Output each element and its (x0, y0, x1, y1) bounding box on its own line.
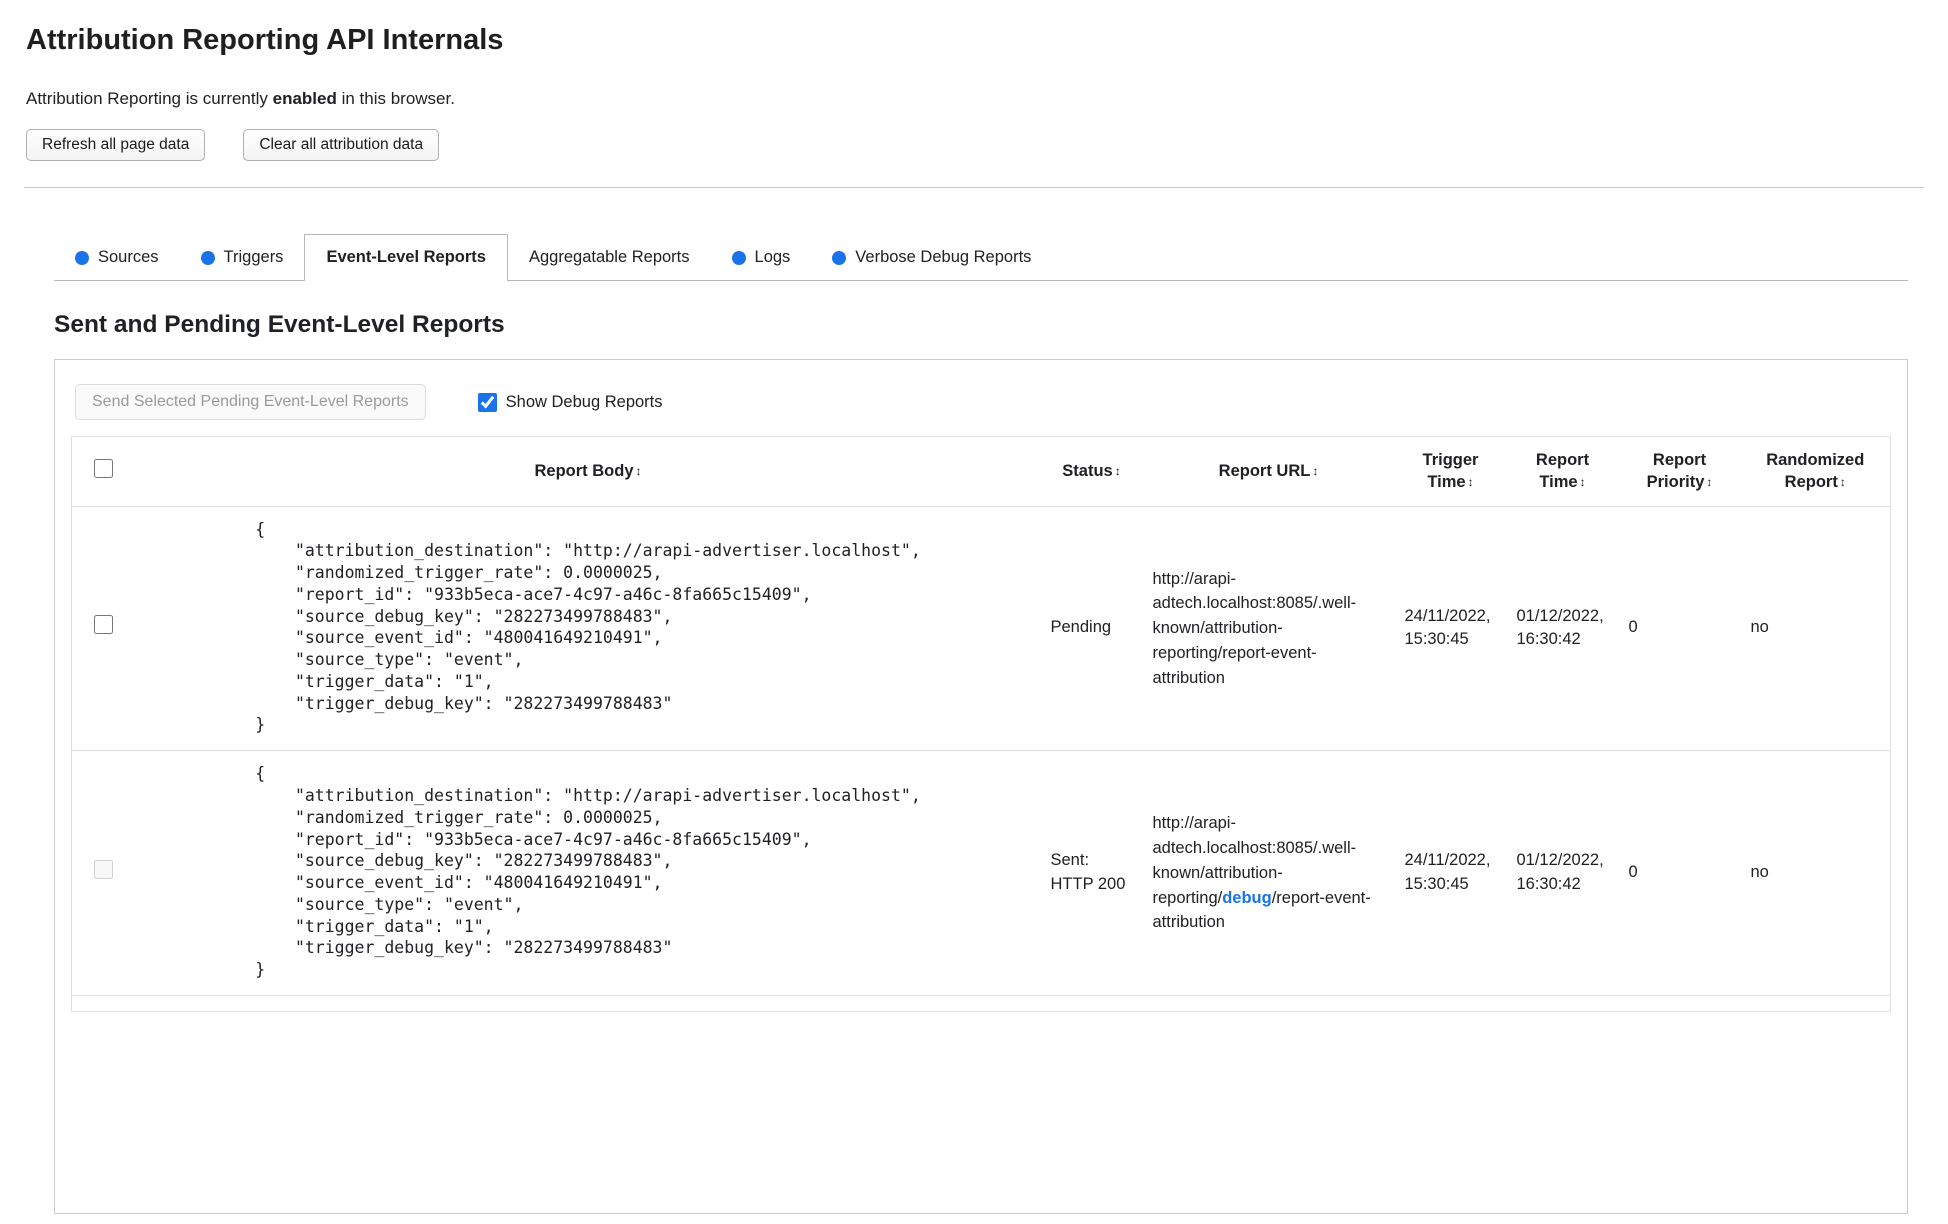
report-body-cell: { "attribution_destination": "http://ara… (136, 506, 1041, 751)
sort-icon: ↕ (635, 464, 642, 479)
tab-dot-icon (75, 250, 89, 265)
header-status[interactable]: Status ↕ (1041, 437, 1143, 507)
tab-verbose-debug-reports[interactable]: Verbose Debug Reports (811, 235, 1052, 280)
sort-icon: ↕ (1467, 475, 1474, 490)
tab-label: Triggers (223, 248, 284, 266)
send-selected-button[interactable]: Send Selected Pending Event-Level Report… (75, 384, 426, 420)
header-trigger-time[interactable]: Trigger Time ↕ (1395, 437, 1507, 507)
report-body-json: { "attribution_destination": "http://ara… (255, 764, 921, 980)
report-controls: Send Selected Pending Event-Level Report… (75, 384, 1891, 420)
panel-empty-space (71, 1012, 1891, 1197)
select-all-header (72, 437, 136, 507)
show-debug-control[interactable]: Show Debug Reports (477, 392, 663, 412)
trigger-time-cell: 24/11/2022, 15:30:45 (1404, 606, 1491, 649)
report-time-cell: 01/12/2022, 16:30:42 (1516, 606, 1604, 649)
status-suffix: in this browser. (336, 89, 455, 108)
sort-icon: ↕ (1114, 464, 1121, 479)
tab-dot-icon (200, 250, 215, 265)
tab-label: Verbose Debug Reports (855, 248, 1032, 266)
page-title: Attribution Reporting API Internals (26, 24, 504, 56)
header-report-time[interactable]: Report Time ↕ (1507, 437, 1619, 507)
tab-aggregatable-reports[interactable]: Aggregatable Reports (508, 235, 711, 280)
report-url: http://arapi-adtech.localhost:8085/.well… (1152, 569, 1357, 687)
table-header-row: Report Body ↕ Status ↕ Report URL ↕ Trigger… (71, 437, 1891, 507)
tab-dot-icon (832, 250, 847, 265)
row-checkbox[interactable] (94, 614, 114, 634)
content-area: Sources Triggers Event-Level Reports Agg… (54, 234, 1908, 1215)
section-heading: Sent and Pending Event-Level Reports (54, 311, 505, 338)
status-cell: Sent: HTTP 200 (1050, 851, 1126, 894)
row-checkbox[interactable] (94, 859, 114, 879)
attribution-internals-page: Attribution Reporting API Internals Attr… (0, 0, 1948, 1224)
clear-all-button[interactable]: Clear all attribution data (243, 129, 440, 161)
tab-label: Event-Level Reports (326, 248, 486, 266)
row-checkbox-cell (72, 506, 136, 751)
report-priority-cell: 0 (1628, 863, 1638, 882)
report-url-cell: http://arapi-adtech.localhost:8085/.well… (1143, 506, 1395, 751)
sort-icon: ↕ (1706, 475, 1713, 490)
status-prefix: Attribution Reporting is currently (26, 89, 273, 108)
tab-sources[interactable]: Sources (54, 235, 180, 280)
sort-icon: ↕ (1839, 475, 1846, 490)
debug-highlight: debug (1222, 888, 1272, 907)
sort-icon: ↕ (1312, 464, 1319, 479)
tab-triggers[interactable]: Triggers (180, 235, 305, 280)
header-report-body[interactable]: Report Body ↕ (136, 437, 1041, 507)
reports-table: Report Body ↕ Status ↕ Report URL ↕ Trigger… (71, 436, 1891, 1013)
table-footer-row (71, 996, 1891, 1012)
select-all-checkbox[interactable] (94, 458, 114, 478)
show-debug-label: Show Debug Reports (505, 392, 663, 411)
header-report-priority[interactable]: Report Priority ↕ (1619, 437, 1741, 507)
table-row: { "attribution_destination": "http://ara… (71, 506, 1891, 751)
randomized-report-cell: no (1750, 863, 1769, 882)
report-url-cell: http://arapi-adtech.localhost:8085/.well… (1143, 751, 1395, 996)
table-row: { "attribution_destination": "http://ara… (71, 751, 1891, 996)
status-line: Attribution Reporting is currently enabl… (26, 89, 1924, 109)
toolbar: Refresh all page data Clear all attribut… (26, 129, 1924, 161)
trigger-time-cell: 24/11/2022, 15:30:45 (1404, 851, 1491, 894)
tab-label: Aggregatable Reports (528, 248, 690, 266)
sort-icon: ↕ (1579, 475, 1586, 490)
header-report-url[interactable]: Report URL ↕ (1143, 437, 1395, 507)
refresh-all-button[interactable]: Refresh all page data (26, 129, 206, 161)
status-cell: Pending (1050, 618, 1112, 637)
tab-dot-icon (731, 250, 746, 265)
tab-logs[interactable]: Logs (711, 235, 812, 280)
report-body-json: { "attribution_destination": "http://ara… (255, 519, 921, 735)
report-priority-cell: 0 (1628, 618, 1638, 637)
tab-bar: Sources Triggers Event-Level Reports Agg… (54, 234, 1908, 281)
report-time-cell: 01/12/2022, 16:30:42 (1516, 851, 1604, 894)
tab-label: Sources (98, 248, 159, 266)
randomized-report-cell: no (1750, 618, 1769, 637)
reports-panel: Send Selected Pending Event-Level Report… (54, 359, 1908, 1215)
tab-event-level-reports[interactable]: Event-Level Reports (304, 234, 508, 281)
page-divider (24, 187, 1924, 188)
tab-label: Logs (754, 248, 791, 266)
row-checkbox-cell (72, 751, 136, 996)
report-body-cell: { "attribution_destination": "http://ara… (136, 751, 1041, 996)
header-randomized-report[interactable]: Randomized Report ↕ (1741, 437, 1891, 507)
show-debug-checkbox[interactable] (477, 392, 497, 412)
status-enabled-text: enabled (272, 89, 337, 108)
